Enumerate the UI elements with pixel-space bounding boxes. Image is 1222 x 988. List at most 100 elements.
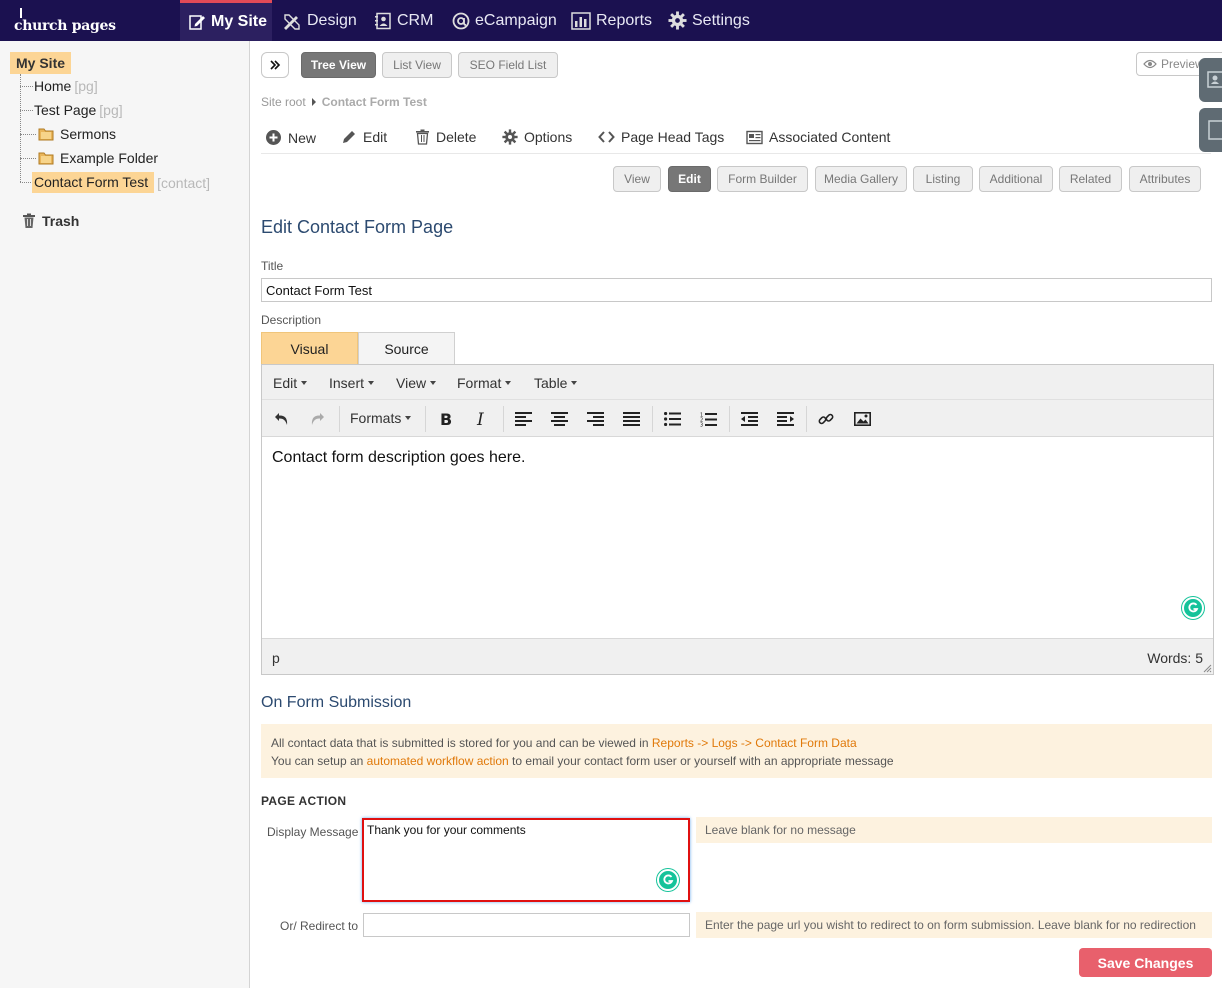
title-input[interactable] [261, 278, 1212, 302]
spire-icon [20, 8, 22, 18]
indent-button[interactable] [775, 409, 795, 429]
menu-insert[interactable]: Insert [329, 375, 375, 391]
redo-button[interactable] [307, 409, 327, 429]
delete-button[interactable]: Delete [415, 129, 476, 145]
contact-card-icon [1207, 71, 1222, 88]
page-heading: Edit Contact Form Page [261, 217, 454, 237]
outdent-icon [740, 412, 758, 426]
tree-root-my-site[interactable]: My Site [10, 52, 72, 74]
grammarly-icon[interactable] [1182, 597, 1204, 619]
editor-content[interactable]: Contact form description goes here. [272, 449, 525, 467]
contact-card-side-tab[interactable] [1199, 58, 1222, 102]
menu-format[interactable]: Format [457, 375, 512, 391]
eye-icon [1143, 59, 1157, 69]
nav-reports[interactable]: Reports [571, 0, 652, 41]
tab-listing[interactable]: Listing [913, 166, 973, 192]
align-right-button[interactable] [585, 409, 605, 429]
tab-related[interactable]: Related [1059, 166, 1122, 192]
italic-icon: I [476, 411, 484, 427]
word-count: Words: 5 [1147, 650, 1203, 666]
folder-icon [38, 128, 54, 141]
top-navigation: church pages My Site Design CRM eCampaig… [0, 0, 1222, 41]
dropdown-caret-icon [571, 381, 578, 385]
expand-sidebar-button[interactable] [261, 52, 289, 78]
tab-view[interactable]: View [613, 166, 661, 192]
insert-link-button[interactable] [816, 409, 836, 429]
editor-toolbar: Formats B I 1 2 3 [262, 400, 1213, 437]
svg-text:B: B [440, 411, 452, 427]
tree-view-button[interactable]: Tree View [301, 52, 376, 78]
church-pages-logo[interactable]: church pages [14, 8, 124, 36]
menu-table[interactable]: Table [534, 375, 578, 391]
redirect-url-input[interactable] [363, 913, 690, 937]
new-button[interactable]: New [265, 129, 316, 146]
editor-tab-source[interactable]: Source [358, 332, 455, 364]
toolbar-separator [652, 406, 653, 432]
edit-button[interactable]: Edit [341, 129, 387, 145]
tree-node-test-page[interactable]: Test Page [pg] [34, 102, 123, 118]
formats-dropdown[interactable]: Formats [350, 410, 412, 426]
tab-attributes[interactable]: Attributes [1129, 166, 1201, 192]
tree-node-trash[interactable]: Trash [22, 213, 79, 229]
nav-design[interactable]: Design [282, 0, 357, 41]
site-tree-sidebar: My Site Home [pg] Test Page [pg] Sermons… [0, 41, 250, 988]
menu-edit[interactable]: Edit [273, 375, 308, 391]
display-message-textarea[interactable]: Thank you for your comments [362, 818, 690, 902]
grammarly-icon[interactable] [657, 869, 679, 891]
nav-settings[interactable]: Settings [668, 0, 750, 41]
grammarly-g-icon [663, 874, 674, 885]
submission-info-box: All contact data that is submitted is st… [261, 724, 1212, 778]
display-message-hint: Leave blank for no message [696, 817, 1212, 843]
design-tools-icon [284, 13, 300, 30]
outdent-button[interactable] [739, 409, 759, 429]
pencil-icon [343, 131, 355, 143]
nav-ecampaign[interactable]: eCampaign [452, 0, 557, 41]
tab-form-builder[interactable]: Form Builder [717, 166, 808, 192]
folder-icon [38, 152, 54, 165]
align-center-button[interactable] [549, 409, 569, 429]
tree-node-home[interactable]: Home [pg] [34, 78, 98, 94]
list-view-button[interactable]: List View [382, 52, 452, 78]
tree-connector [20, 110, 33, 111]
associated-content-button[interactable]: Associated Content [746, 129, 890, 145]
align-left-button[interactable] [513, 409, 533, 429]
indent-icon [776, 412, 794, 426]
main-content: Tree View List View SEO Field List Previ… [251, 41, 1222, 988]
tree-connector [20, 134, 36, 135]
insert-image-button[interactable] [852, 409, 872, 429]
resize-handle-icon[interactable] [1203, 664, 1212, 673]
bullet-list-icon [663, 412, 681, 426]
element-path[interactable]: p [272, 650, 280, 666]
nav-crm[interactable]: CRM [374, 0, 433, 41]
options-button[interactable]: Options [502, 129, 572, 145]
tree-connector [20, 74, 21, 182]
redirect-hint: Enter the page url you wisht to redirect… [696, 912, 1212, 938]
numbered-list-button[interactable]: 123 [698, 409, 718, 429]
bold-button[interactable]: B [436, 409, 456, 429]
trash-icon [416, 129, 429, 145]
svg-text:I: I [476, 411, 484, 427]
display-message-label: Display Message [267, 825, 359, 839]
redo-icon [311, 413, 324, 425]
tab-media-gallery[interactable]: Media Gallery [815, 166, 907, 192]
page-side-tab[interactable] [1199, 108, 1222, 152]
workflow-action-link[interactable]: automated workflow action [367, 754, 509, 768]
italic-button[interactable]: I [472, 409, 492, 429]
contact-form-data-link[interactable]: Reports -> Logs -> Contact Form Data [652, 736, 857, 750]
page-head-tags-button[interactable]: Page Head Tags [598, 129, 724, 145]
bullet-list-button[interactable] [662, 409, 682, 429]
tree-node-example-folder[interactable]: Example Folder [38, 150, 158, 166]
menu-view[interactable]: View [396, 375, 437, 391]
seo-field-list-button[interactable]: SEO Field List [458, 52, 558, 78]
breadcrumb-root[interactable]: Site root [261, 95, 306, 109]
editor-tab-visual[interactable]: Visual [261, 332, 358, 364]
tree-node-sermons[interactable]: Sermons [38, 126, 116, 142]
tab-edit[interactable]: Edit [668, 166, 711, 192]
undo-button[interactable] [272, 409, 292, 429]
nav-my-site[interactable]: My Site [180, 0, 272, 41]
tree-node-contact-form-test[interactable]: Contact Form Test [contact] [32, 172, 210, 193]
align-justify-button[interactable] [621, 409, 641, 429]
align-right-icon [586, 412, 604, 426]
tab-additional[interactable]: Additional [979, 166, 1053, 192]
save-changes-button[interactable]: Save Changes [1079, 948, 1212, 977]
